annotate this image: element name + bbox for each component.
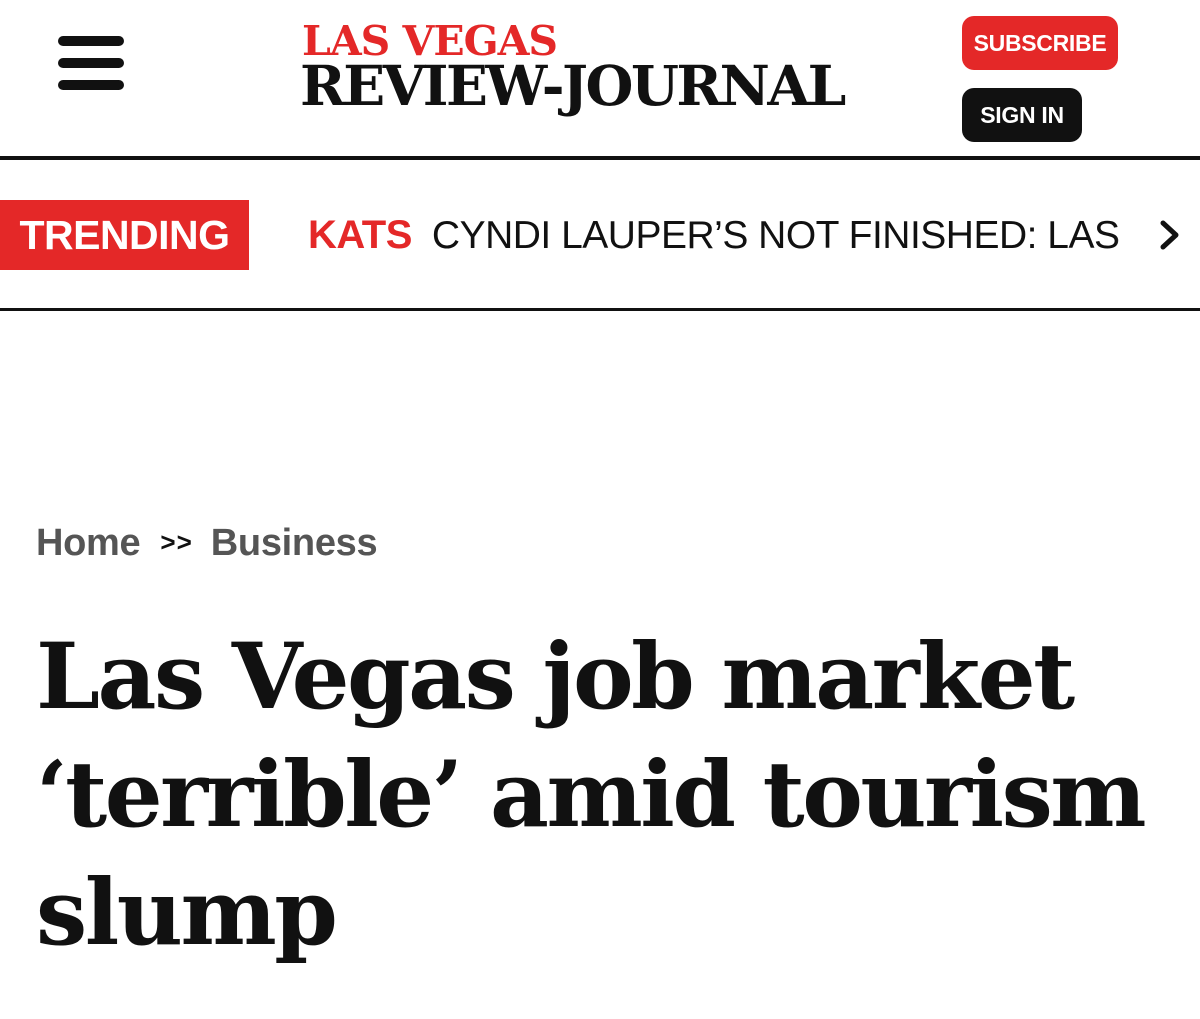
- sign-in-button[interactable]: SIGN IN: [962, 88, 1082, 142]
- site-logo[interactable]: LAS VEGAS REVIEW-JOURNAL: [300, 18, 910, 118]
- trending-badge: TRENDING: [0, 200, 249, 270]
- subscribe-button[interactable]: SUBSCRIBE: [962, 16, 1118, 70]
- logo-bottom-line: REVIEW-JOURNAL: [300, 53, 846, 118]
- trending-headline: CYNDI LAUPER’S NOT FINISHED: LAS: [431, 214, 1120, 257]
- hamburger-menu-icon[interactable]: [58, 36, 124, 92]
- article-headline: Las Vegas job market ‘terrible’ amid tou…: [36, 624, 1147, 966]
- site-header: LAS VEGAS REVIEW-JOURNAL SUBSCRIBE SIGN …: [0, 0, 1200, 157]
- trending-bar: TRENDING KATS CYNDI LAUPER’S NOT FINISHED…: [0, 160, 1200, 310]
- ticker-fade: [1116, 200, 1138, 270]
- breadcrumb-home-link[interactable]: Home: [36, 522, 141, 564]
- trending-tag: KATS: [308, 213, 412, 257]
- menu-bar: [58, 58, 124, 68]
- menu-bar: [58, 80, 124, 90]
- breadcrumb-separator: >>: [160, 527, 193, 557]
- breadcrumb-business-link[interactable]: Business: [211, 522, 378, 564]
- chevron-right-icon[interactable]: [1152, 218, 1186, 252]
- trending-divider: [0, 308, 1200, 311]
- menu-bar: [58, 36, 124, 46]
- trending-ticker-link[interactable]: KATS CYNDI LAUPER’S NOT FINISHED: LAS: [308, 200, 1138, 270]
- breadcrumb: Home >> Business: [36, 518, 378, 568]
